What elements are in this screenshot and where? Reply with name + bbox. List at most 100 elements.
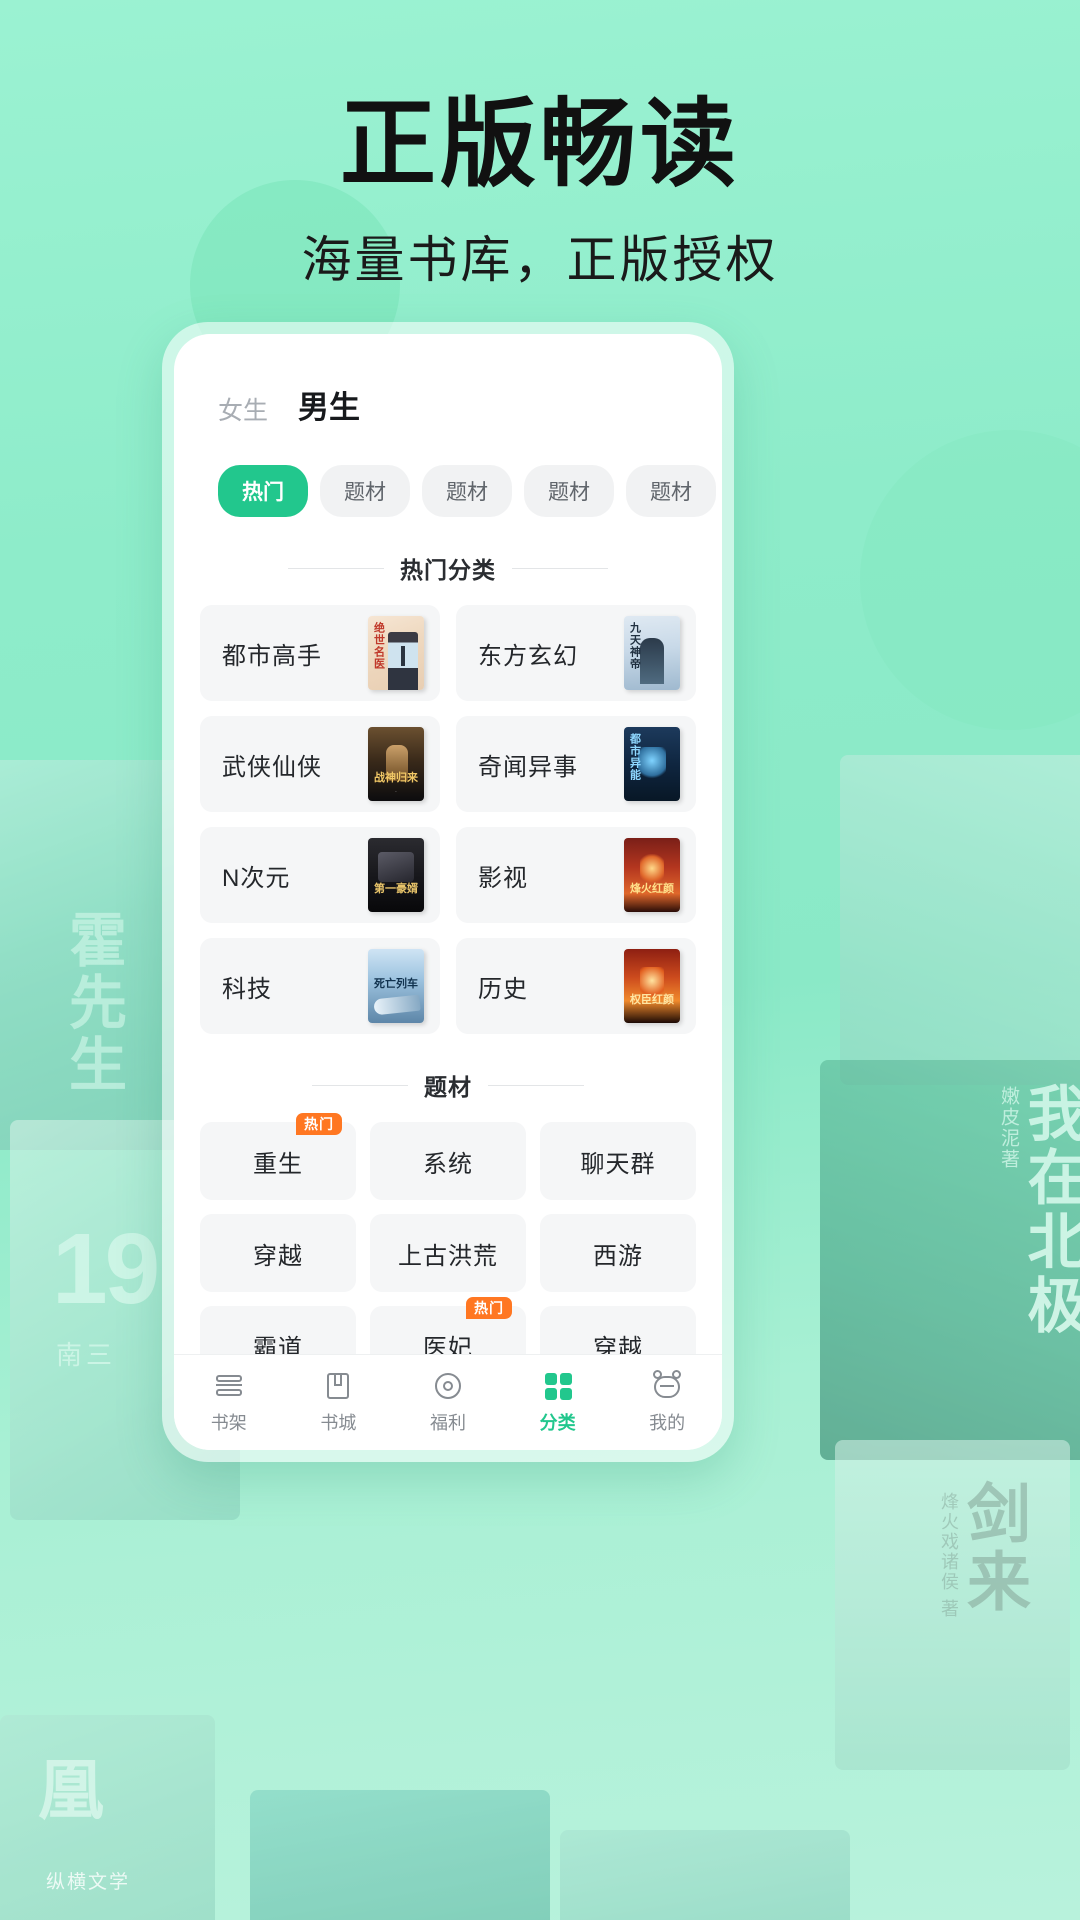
background-cover-text: 凰	[29, 1755, 103, 1825]
tab-male-label: 男生	[298, 390, 361, 425]
theme-tag[interactable]: 霸道	[200, 1306, 356, 1354]
tab-male[interactable]: 男生	[298, 382, 360, 435]
filter-chip-theme-1[interactable]: 题材	[320, 465, 410, 517]
category-card[interactable]: 历史 权臣红颜	[456, 938, 696, 1034]
category-name: 奇闻异事	[478, 753, 578, 781]
section-header-themes: 题材	[200, 1068, 696, 1102]
filter-chip-theme-2[interactable]: 题材	[422, 465, 512, 517]
gift-icon	[432, 1370, 464, 1402]
cover-title-text: 烽火红颜	[630, 883, 674, 895]
book-cover-thumbnail: 第一豪婿	[368, 838, 424, 912]
cover-title-text: 战神归来	[374, 772, 418, 784]
promo-subheadline: 海量书库，正版授权	[301, 231, 779, 288]
filter-chip-theme-4[interactable]: 题材	[626, 465, 716, 517]
theme-tag-label: 穿越	[253, 1242, 303, 1270]
tab-female-label: 女生	[218, 397, 269, 425]
app-content-scroll[interactable]: 热门分类 都市高手 绝世名医 东方玄幻 九天神帝 武侠仙侠 战神归来 · 奇闻异…	[174, 517, 722, 1354]
cover-title-text: 都市异能	[628, 733, 641, 781]
category-card[interactable]: 东方玄幻 九天神帝	[456, 605, 696, 701]
nav-label: 分类	[539, 1413, 576, 1433]
cover-title-text: 死亡列车	[374, 978, 418, 990]
divider-line-left	[288, 567, 384, 569]
category-card[interactable]: 奇闻异事 都市异能	[456, 716, 696, 812]
theme-tag-label: 霸道	[253, 1334, 303, 1355]
book-cover-thumbnail: 烽火红颜	[624, 838, 680, 912]
category-card[interactable]: N次元 第一豪婿	[200, 827, 440, 923]
background-cover-subtext: 南三	[56, 1340, 117, 1370]
section-title-text: 热门分类	[400, 557, 496, 583]
shelf-icon	[213, 1370, 245, 1402]
theme-tag-label: 穿越	[593, 1334, 643, 1355]
theme-tag-label: 医妃	[423, 1334, 473, 1355]
tab-female[interactable]: 女生	[218, 391, 268, 435]
hot-category-grid: 都市高手 绝世名医 东方玄幻 九天神帝 武侠仙侠 战神归来 · 奇闻异事 都市异…	[200, 605, 696, 1034]
nav-label: 福利	[429, 1413, 466, 1433]
theme-tag[interactable]: 重生 热门	[200, 1113, 356, 1200]
category-name: 历史	[478, 975, 528, 1003]
book-cover-thumbnail: 死亡列车	[368, 949, 424, 1023]
theme-tag-label: 聊天群	[580, 1150, 656, 1178]
theme-tag[interactable]: 穿越	[200, 1214, 356, 1292]
profile-icon	[651, 1370, 683, 1402]
background-book-cover	[840, 755, 1080, 1085]
theme-tag[interactable]: 上古洪荒	[370, 1214, 526, 1292]
category-name: 科技	[222, 975, 272, 1003]
theme-tag[interactable]: 西游	[540, 1214, 696, 1292]
decorative-blob	[860, 430, 1080, 730]
book-cover-thumbnail: 绝世名医	[368, 616, 424, 690]
background-cover-number: 19	[52, 1213, 160, 1325]
cover-title-text: 九天神帝	[628, 622, 641, 670]
background-book-cover: 我在北极 嫩皮泥著	[820, 1060, 1080, 1460]
divider-line-left	[312, 1084, 408, 1086]
category-card[interactable]: 影视 烽火红颜	[456, 827, 696, 923]
filter-chip-theme-3[interactable]: 题材	[524, 465, 614, 517]
nav-item-profile[interactable]: 我的	[612, 1370, 722, 1435]
cover-title-text: 绝世名医	[372, 622, 385, 670]
category-card[interactable]: 科技 死亡列车	[200, 938, 440, 1034]
background-book-cover: 剑来 烽火戏诸侯 著	[835, 1440, 1070, 1770]
hot-badge: 热门	[296, 1113, 342, 1136]
theme-tag[interactable]: 穿越	[540, 1306, 696, 1354]
section-header-hot-categories: 热门分类	[200, 551, 696, 585]
nav-label: 我的	[649, 1413, 686, 1433]
theme-tag-label: 西游	[593, 1242, 643, 1270]
book-cover-thumbnail: 战神归来 ·	[368, 727, 424, 801]
theme-tag-label: 重生	[253, 1150, 303, 1178]
category-card[interactable]: 武侠仙侠 战神归来 ·	[200, 716, 440, 812]
cover-art-figure	[640, 638, 664, 684]
cover-art-figure	[638, 747, 666, 781]
category-name: N次元	[222, 864, 291, 892]
cover-art-figure	[373, 994, 421, 1016]
category-name: 东方玄幻	[478, 642, 578, 670]
nav-item-bookshelf[interactable]: 书架	[174, 1370, 284, 1435]
nav-item-welfare[interactable]: 福利	[393, 1370, 503, 1435]
category-name: 都市高手	[222, 642, 322, 670]
phone-mockup: 女生 男生 热门 题材 题材 题材 题材 热门分类 都市高手 绝世名医 东方玄幻…	[162, 322, 734, 1462]
theme-tag[interactable]: 聊天群	[540, 1122, 696, 1200]
cover-art-detail	[401, 646, 405, 666]
divider-line-right	[512, 567, 608, 569]
category-card[interactable]: 都市高手 绝世名医	[200, 605, 440, 701]
filter-chip-row[interactable]: 热门 题材 题材 题材 题材	[174, 435, 722, 517]
background-book-cover	[560, 1830, 850, 1920]
section-title-text: 题材	[424, 1074, 472, 1100]
theme-tag[interactable]: 系统	[370, 1122, 526, 1200]
nav-item-bookstore[interactable]: 书城	[284, 1370, 394, 1435]
theme-tag-label: 上古洪荒	[398, 1242, 498, 1270]
gender-tab-bar: 女生 男生	[174, 334, 722, 435]
background-cover-author: 嫩皮泥著	[998, 1086, 1019, 1170]
theme-tag-label: 系统	[423, 1150, 473, 1178]
nav-label: 书城	[320, 1413, 357, 1433]
divider-line-right	[488, 1084, 584, 1086]
filter-chip-hot[interactable]: 热门	[218, 465, 308, 517]
theme-tag[interactable]: 医妃 热门	[370, 1297, 526, 1355]
background-brand-text: 纵横文学	[46, 1872, 131, 1893]
app-screen: 女生 男生 热门 题材 题材 题材 题材 热门分类 都市高手 绝世名医 东方玄幻…	[174, 334, 722, 1450]
background-cover-text: 霍先生	[60, 910, 125, 1096]
promo-headline-block: 正版畅读 海量书库，正版授权	[0, 95, 1080, 292]
theme-tag-grid: 重生 热门 系统 聊天群 穿越 上古洪荒 西游 霸道 医妃 热门 穿越	[200, 1113, 696, 1355]
hot-badge: 热门	[466, 1297, 512, 1320]
book-cover-thumbnail: 九天神帝	[624, 616, 680, 690]
nav-item-category[interactable]: 分类	[503, 1370, 613, 1435]
book-cover-thumbnail: 都市异能	[624, 727, 680, 801]
